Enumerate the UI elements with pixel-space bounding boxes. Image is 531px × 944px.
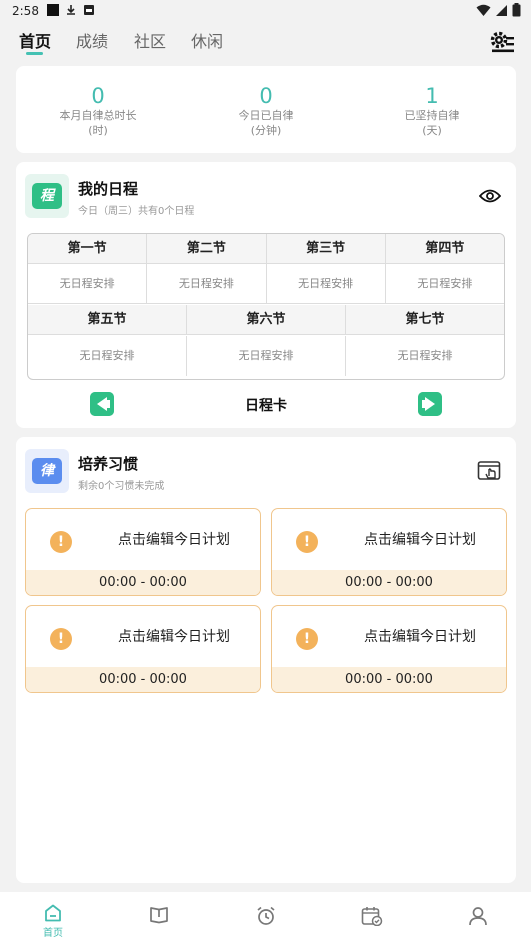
habit-card: 律 培养习惯 剩余0个习惯未完成 ! 点击编辑今日计划 00:00 - 00:0… [16,437,516,883]
habit-subtitle: 剩余0个习惯未完成 [78,481,165,492]
active-tab-indicator [26,52,43,55]
stat-streak: 1 已坚持自律 (天) [362,84,502,138]
stat-unit: (时) [88,124,108,137]
plan-text: 点击编辑今日计划 [118,629,230,645]
wifi-icon [476,4,491,16]
period-body-row: 无日程安排 无日程安排 无日程安排 [28,336,504,376]
alarm-clock-icon [257,906,275,925]
plan-time: 00:00 - 00:00 [26,570,260,595]
stat-value: 0 [91,84,105,108]
bottom-nav-home[interactable]: 首页 [33,904,73,939]
bottom-nav: 首页 [0,892,531,944]
schedule-grid: 第一节 第二节 第三节 第四节 无日程安排 无日程安排 无日程安排 无日程安排 … [27,233,505,380]
period-header: 第二节 [147,234,267,263]
schedule-card: 程 我的日程 今日（周三）共有0个日程 第一节 第二节 第三节 第四节 无日程安… [16,162,516,428]
warning-icon: ! [296,531,318,553]
download-icon [67,5,75,15]
eye-icon[interactable] [479,188,501,204]
period-header: 第四节 [425,241,465,256]
period-header: 第七节 [405,312,445,327]
period-cell[interactable]: 无日程安排 [187,336,346,376]
period-header: 第三节 [267,234,386,263]
calendar-check-icon [361,907,383,926]
schedule-icon: 程 [25,174,69,218]
plan-text: 点击编辑今日计划 [364,629,476,645]
next-arrow-icon[interactable] [418,392,442,416]
schedule-subtitle: 今日（周三）共有0个日程 [78,206,195,217]
period-cell[interactable]: 无日程安排 [147,264,267,303]
plan-time: 00:00 - 00:00 [26,667,260,692]
period-header: 第五节 [28,305,187,334]
status-bar: 2:58 [0,0,531,22]
plan-time: 00:00 - 00:00 [272,570,506,595]
stat-label: 已坚持自律 [404,109,460,122]
stats-card: 0 本月自律总时长 (时) 0 今日已自律 (分钟) 1 已坚持自律 (天) [16,66,516,153]
plan-card[interactable]: ! 点击编辑今日计划 00:00 - 00:00 [25,508,261,596]
warning-icon: ! [50,531,72,553]
battery-icon [512,3,521,17]
period-header-row: 第一节 第二节 第三节 第四节 [28,234,504,264]
plan-card[interactable]: ! 点击编辑今日计划 00:00 - 00:00 [271,605,507,693]
bottom-nav-book[interactable] [139,906,179,924]
plan-text: 点击编辑今日计划 [364,532,476,548]
period-header: 第一节 [28,234,148,263]
bottom-nav-profile[interactable] [458,906,498,926]
period-cell[interactable]: 无日程安排 [346,336,504,376]
warning-icon: ! [296,628,318,650]
signal-icon [496,4,507,16]
tab-leisure[interactable]: 休闲 [191,28,223,52]
plan-text: 点击编辑今日计划 [118,532,230,548]
period-header: 第六节 [187,305,346,334]
stat-label: 今日已自律 [238,109,294,122]
stat-value: 0 [259,84,273,108]
touch-screen-icon[interactable] [477,459,501,483]
stat-value: 1 [425,84,439,108]
stat-unit: (分钟) [250,124,282,137]
plan-card[interactable]: ! 点击编辑今日计划 00:00 - 00:00 [271,508,507,596]
stat-label: 本月自律总时长 [59,109,137,122]
tab-scores[interactable]: 成绩 [76,28,108,52]
notification-square-icon [47,4,59,16]
period-cell[interactable]: 无日程安排 [386,264,504,303]
bottom-nav-calendar[interactable] [352,906,392,926]
schedule-title: 我的日程 [78,180,139,198]
settings-gear-icon[interactable] [489,30,515,54]
stat-unit: (天) [422,124,442,137]
habit-icon: 律 [25,449,69,493]
book-icon [150,907,168,924]
period-cell[interactable]: 无日程安排 [28,336,187,376]
habit-title: 培养习惯 [78,455,139,473]
top-nav: 首页 成绩 社区 休闲 [0,22,531,60]
tab-home[interactable]: 首页 [19,28,51,52]
bottom-nav-home-label: 首页 [43,928,63,939]
period-body-row: 无日程安排 无日程安排 无日程安排 无日程安排 [28,264,504,304]
user-profile-icon [469,907,487,926]
stat-today: 0 今日已自律 (分钟) [196,84,336,138]
tab-community[interactable]: 社区 [134,28,166,52]
bottom-nav-alarm[interactable] [246,906,286,926]
plan-time: 00:00 - 00:00 [272,667,506,692]
habit-icon-char: 律 [32,458,62,484]
period-cell[interactable]: 无日程安排 [267,264,386,303]
plan-card[interactable]: ! 点击编辑今日计划 00:00 - 00:00 [25,605,261,693]
period-cell[interactable]: 无日程安排 [28,264,148,303]
stat-monthly-total: 0 本月自律总时长 (时) [28,84,168,138]
schedule-icon-char: 程 [32,183,62,209]
home-icon [45,904,61,922]
status-time: 2:58 [12,4,39,18]
warning-icon: ! [50,628,72,650]
period-header-row: 第五节 第六节 第七节 [28,305,504,335]
app-notification-icon [84,5,94,15]
